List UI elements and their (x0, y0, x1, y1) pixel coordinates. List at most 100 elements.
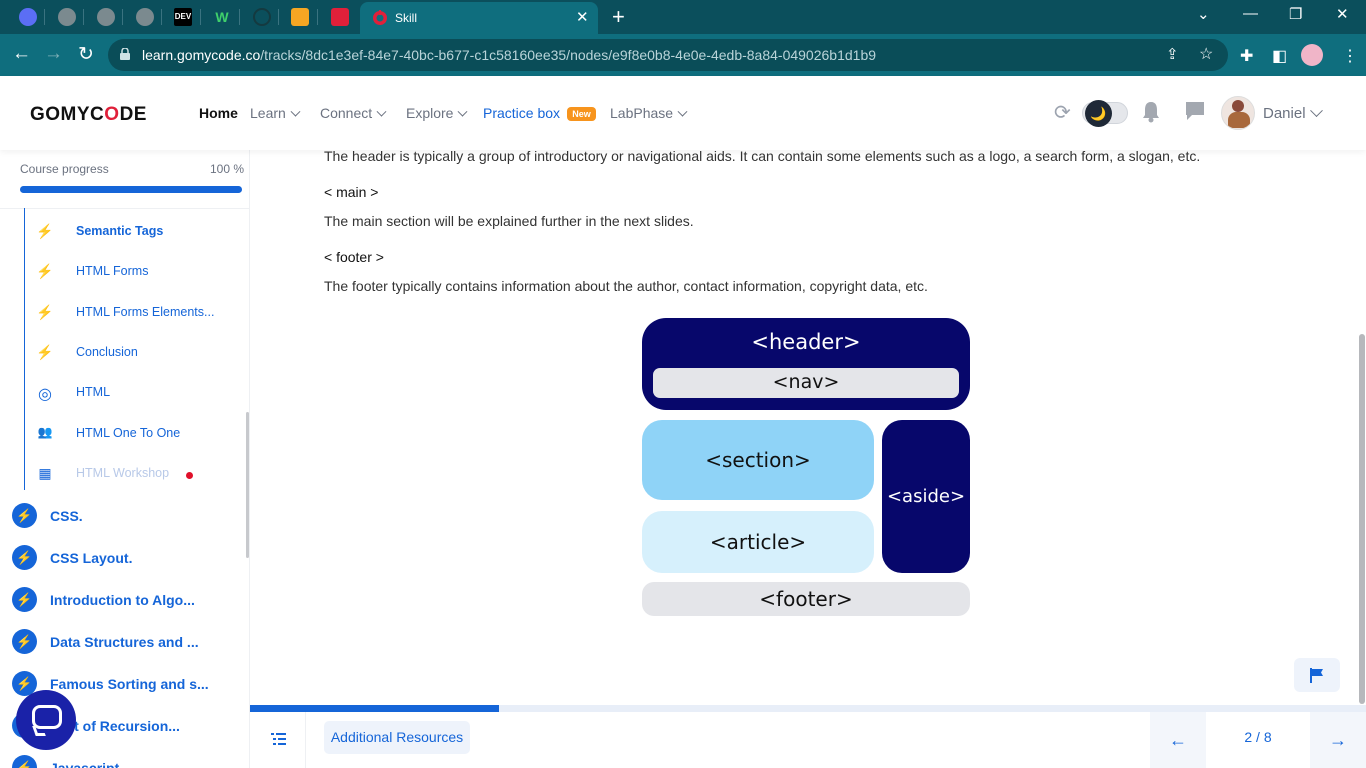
share-icon[interactable]: ⇪ (1166, 45, 1179, 63)
sync-icon[interactable]: ⟳ (1054, 100, 1071, 125)
support-chat-button[interactable] (16, 690, 76, 750)
bolt-icon: ⚡ (12, 755, 37, 768)
messages-icon[interactable] (1184, 101, 1206, 121)
heading-footer: < footer > (324, 249, 384, 265)
notification-bell-icon[interactable] (1141, 101, 1161, 123)
tab-search-chevron-icon[interactable]: ⌄ (1197, 5, 1210, 23)
browser-menu-icon[interactable]: ⋮ (1342, 46, 1358, 66)
course-sidebar: Course progress 100 % ⚡ Semantic Tags ⚡ … (0, 150, 250, 768)
url-text: learn.gomycode.co/tracks/8dc1e3ef-84e7-4… (142, 47, 876, 63)
tab-close-icon[interactable]: ✕ (576, 8, 589, 26)
tab-favicon-3[interactable] (97, 8, 115, 26)
new-tab-button[interactable]: + (612, 4, 625, 30)
nav-explore-label: Explore (406, 105, 454, 121)
course-label: Famous Sorting and s... (50, 676, 209, 692)
slide-counter: 2 / 8 (1244, 729, 1272, 745)
sidebar-item-label: HTML Workshop (76, 466, 170, 480)
people-icon: 👥 (37, 425, 53, 439)
dark-mode-toggle[interactable]: 🌙 (1082, 100, 1128, 127)
previous-slide-button[interactable]: ← (1150, 712, 1206, 768)
paragraph-footer: The footer typically contains informatio… (324, 278, 928, 294)
sidebar-item-label: HTML One To One (76, 426, 181, 440)
next-slide-button[interactable]: → (1310, 712, 1366, 768)
additional-resources-button[interactable]: Additional Resources (324, 721, 470, 754)
sidebar-item-label: Semantic Tags (76, 224, 164, 238)
nav-learn-label: Learn (250, 105, 286, 121)
minimize-button[interactable]: — (1243, 5, 1258, 22)
active-tab[interactable]: Skill ✕ (360, 2, 598, 34)
slide-progress-bar (250, 705, 1366, 712)
target-icon: ◎ (38, 386, 52, 403)
bolt-icon: ⚡ (12, 545, 37, 570)
workshop-icon: ▦ (38, 465, 52, 481)
profile-avatar-icon[interactable] (1301, 44, 1323, 66)
bolt-icon: ⚡ (36, 223, 54, 239)
new-badge: New (567, 107, 596, 121)
nav-explore[interactable]: Explore (406, 105, 468, 121)
tab-favicon-9[interactable] (331, 8, 349, 26)
course-progress-bar (20, 186, 242, 193)
forward-button[interactable]: → (44, 43, 63, 65)
nav-connect-label: Connect (320, 105, 373, 121)
course-label: Introduction to Algo... (50, 592, 195, 608)
gomycode-logo[interactable]: GOMYCODE (30, 104, 147, 126)
tab-favicon-8[interactable] (291, 8, 309, 26)
sidebar-item-label: HTML Forms (76, 264, 149, 278)
sidebar-item-label: HTML Forms Elements... (76, 305, 215, 319)
url-path: /tracks/8dc1e3ef-84e7-40bc-b677-c1c58160… (260, 47, 877, 63)
tab-favicon-2[interactable] (58, 8, 76, 26)
semantic-layout-diagram: <header> <nav> <section> <article> <asid… (642, 318, 970, 616)
tab-favicon-dev[interactable]: DEV (174, 8, 192, 26)
unread-dot (186, 472, 193, 479)
sidebar-item-label: HTML (76, 385, 111, 399)
tab-favicon-7[interactable] (253, 8, 271, 26)
course-label: Data Structures and ... (50, 634, 199, 650)
bolt-icon: ⚡ (12, 629, 37, 654)
bolt-icon: ⚡ (36, 263, 54, 279)
window-close-button[interactable]: ✕ (1336, 5, 1349, 23)
nav-labphase[interactable]: LabPhase (610, 105, 688, 121)
report-flag-button[interactable] (1294, 658, 1340, 692)
tab-favicon-w[interactable]: W (213, 8, 231, 26)
heading-main: < main > (324, 184, 379, 200)
moon-icon: 🌙 (1085, 100, 1112, 127)
tab-title: Skill (395, 11, 418, 25)
course-label: Javascript (50, 760, 120, 768)
chevron-down-icon (376, 106, 387, 117)
course-progress-fill (20, 186, 242, 193)
restore-button[interactable]: ❐ (1289, 5, 1302, 23)
diagram-footer-block: <footer> (642, 582, 970, 616)
flag-icon (1310, 668, 1323, 683)
table-of-contents-button[interactable] (250, 712, 306, 768)
list-icon (271, 733, 286, 745)
extensions-puzzle-icon[interactable]: ✚ (1240, 46, 1253, 66)
user-menu[interactable]: Daniel (1263, 104, 1323, 122)
sidebar-scrollbar[interactable] (246, 412, 249, 558)
nav-home[interactable]: Home (199, 105, 238, 121)
paragraph-header: The header is typically a group of intro… (324, 148, 1201, 164)
url-domain: learn.gomycode.co (142, 47, 261, 63)
course-label: CSS Layout. (50, 550, 133, 566)
course-progress-percent: 100 % (210, 162, 245, 176)
course-progress-label: Course progress (20, 162, 109, 176)
tab-favicon-4[interactable] (136, 8, 154, 26)
side-panel-icon[interactable]: ◧ (1272, 46, 1287, 66)
user-name: Daniel (1263, 105, 1306, 122)
user-avatar[interactable] (1221, 96, 1255, 130)
bookmark-star-icon[interactable]: ☆ (1199, 44, 1213, 64)
chevron-down-icon (458, 106, 468, 117)
tab-favicon-1[interactable] (19, 8, 37, 26)
address-bar[interactable]: learn.gomycode.co/tracks/8dc1e3ef-84e7-4… (108, 39, 1228, 71)
back-button[interactable]: ← (12, 43, 31, 65)
browser-tab-strip: DEV W Skill ✕ + ⌄ — ❐ ✕ (0, 0, 1366, 34)
bolt-icon: ⚡ (12, 587, 37, 612)
reload-button[interactable]: ↻ (78, 43, 94, 66)
nav-learn[interactable]: Learn (250, 105, 301, 121)
nav-connect[interactable]: Connect (320, 105, 387, 121)
content-scrollbar[interactable] (1359, 334, 1365, 704)
lesson-bottom-bar: Additional Resources ← 2 / 8 → (250, 712, 1366, 768)
nav-practice-box[interactable]: Practice box (483, 105, 560, 121)
slide-progress-fill (250, 705, 499, 712)
course-label: CSS. (50, 508, 83, 524)
bolt-icon: ⚡ (36, 304, 54, 320)
